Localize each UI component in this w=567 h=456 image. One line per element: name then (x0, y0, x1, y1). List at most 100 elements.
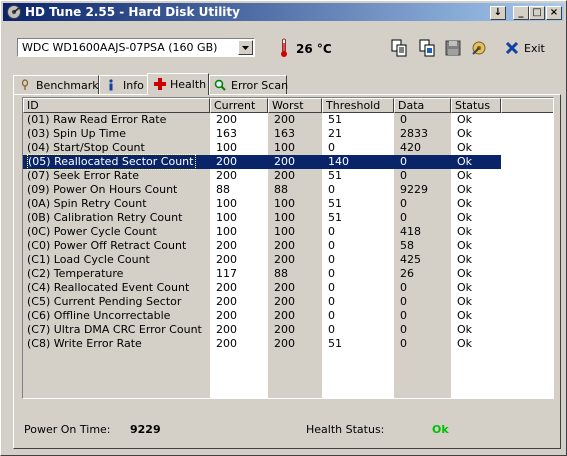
cell-threshold: 0 (328, 309, 335, 322)
tab-info[interactable]: Info (99, 75, 149, 94)
cell-data: 26 (400, 267, 414, 280)
close-button[interactable]: × (546, 6, 562, 20)
table-row[interactable]: (C7) Ultra DMA CRC Error Count 200 200 0 0 Ok (23, 323, 501, 337)
maximize-button[interactable]: □ (529, 6, 545, 20)
cell-worst: 100 (274, 211, 295, 224)
cell-current: 117 (216, 267, 237, 280)
health-panel: ID Current Worst Threshold Data Status (… (13, 94, 561, 449)
cell-current: 88 (216, 183, 230, 196)
table-row[interactable]: (C8) Write Error Rate 200 200 51 0 Ok (23, 337, 501, 351)
drive-select[interactable]: WDC WD1600AAJS-07PSA (160 GB) (17, 38, 255, 57)
header-worst[interactable]: Worst (268, 98, 322, 113)
status-bar: Power On Time: 9229 Health Status: Ok (22, 417, 554, 441)
minimize-to-tray-button[interactable]: ↓ (490, 6, 506, 20)
cell-current: 200 (216, 295, 237, 308)
cell-id: (C8) Write Error Rate (27, 337, 142, 350)
header-status[interactable]: Status (451, 98, 501, 113)
hdtune-app-icon (7, 5, 21, 19)
header-data[interactable]: Data (394, 98, 451, 113)
toolbar: WDC WD1600AAJS-07PSA (160 GB) 26 °C Exit (9, 27, 558, 71)
cell-status: Ok (457, 239, 473, 252)
cell-id: (09) Power On Hours Count (27, 183, 178, 196)
header-id[interactable]: ID (23, 98, 210, 113)
header-filler (501, 98, 553, 113)
minimize-button[interactable]: _ (513, 6, 529, 20)
cell-threshold: 51 (328, 337, 342, 350)
cell-current: 200 (216, 169, 237, 182)
table-row[interactable]: (0B) Calibration Retry Count 100 100 51 0 Ok (23, 211, 501, 225)
health-icon (154, 78, 166, 90)
window-title: HD Tune 2.55 - Hard Disk Utility (25, 5, 240, 19)
save-icon[interactable] (443, 38, 463, 58)
exit-label: Exit (524, 42, 545, 55)
tab-benchmark-label: Benchmark (36, 79, 99, 92)
table-row[interactable]: (C0) Power Off Retract Count 200 200 0 58 Ok (23, 239, 501, 253)
cell-current: 100 (216, 211, 237, 224)
cell-current: 100 (216, 197, 237, 210)
cell-status: Ok (457, 253, 473, 266)
drive-dropdown-button[interactable] (238, 40, 253, 55)
cell-data: 0 (400, 169, 407, 182)
cell-id: (04) Start/Stop Count (27, 141, 145, 154)
thermometer-icon (281, 38, 287, 57)
cell-threshold: 0 (328, 295, 335, 308)
table-row[interactable]: (C6) Offline Uncorrectable 200 200 0 0 Ok (23, 309, 501, 323)
smart-attributes-table[interactable]: ID Current Worst Threshold Data Status (… (22, 97, 554, 399)
header-threshold[interactable]: Threshold (322, 98, 394, 113)
tab-error-scan-label: Error Scan (231, 79, 289, 92)
cell-current: 100 (216, 141, 237, 154)
cell-data: 0 (400, 281, 407, 294)
cell-id: (03) Spin Up Time (27, 127, 127, 140)
cell-id: (C7) Ultra DMA CRC Error Count (27, 323, 202, 336)
cell-id: (C4) Reallocated Event Count (27, 281, 190, 294)
table-row[interactable]: (C5) Current Pending Sector 200 200 0 0 Ok (23, 295, 501, 309)
cell-data: 0 (400, 295, 407, 308)
tab-benchmark[interactable]: Benchmark (13, 75, 99, 94)
cell-data: 2833 (400, 127, 428, 140)
cell-current: 200 (216, 113, 237, 126)
cell-status: Ok (457, 211, 473, 224)
table-row[interactable]: (05) Reallocated Sector Count 200 200 140 0 O… (23, 154, 501, 170)
table-row[interactable]: (01) Raw Read Error Rate 200 200 51 0 Ok (23, 113, 501, 127)
tab-health-label: Health (170, 78, 207, 91)
cell-status: Ok (457, 295, 473, 308)
cell-current: 200 (216, 155, 237, 168)
cell-id: (C5) Current Pending Sector (27, 295, 182, 308)
table-row[interactable]: (C4) Reallocated Event Count 200 200 0 0 Ok (23, 281, 501, 295)
cell-threshold: 0 (328, 323, 335, 336)
tab-error-scan[interactable]: Error Scan (209, 75, 289, 94)
power-on-time-label: Power On Time: (24, 423, 111, 436)
table-row[interactable]: (C2) Temperature 117 88 0 26 Ok (23, 267, 501, 281)
cell-current: 200 (216, 281, 237, 294)
cell-worst: 100 (274, 197, 295, 210)
cell-status: Ok (457, 113, 473, 126)
cell-data: 0 (400, 155, 407, 168)
cell-status: Ok (457, 127, 473, 140)
cell-threshold: 51 (328, 113, 342, 126)
cell-data: 420 (400, 141, 421, 154)
header-current[interactable]: Current (210, 98, 268, 113)
cell-status: Ok (457, 141, 473, 154)
cell-id: (07) Seek Error Rate (27, 169, 139, 182)
table-row[interactable]: (0A) Spin Retry Count 100 100 51 0 Ok (23, 197, 501, 211)
cell-worst: 200 (274, 337, 295, 350)
copy-screenshot-icon[interactable] (417, 38, 437, 58)
table-row[interactable]: (C1) Load Cycle Count 200 200 0 425 Ok (23, 253, 501, 267)
table-row[interactable]: (0C) Power Cycle Count 100 100 0 418 Ok (23, 225, 501, 239)
cell-data: 418 (400, 225, 421, 238)
table-row[interactable]: (07) Seek Error Rate 200 200 51 0 Ok (23, 169, 501, 183)
title-bar[interactable]: HD Tune 2.55 - Hard Disk Utility ↓ _ □ × (3, 3, 564, 21)
cell-id: (C1) Load Cycle Count (27, 253, 150, 266)
exit-button[interactable]: Exit (502, 38, 562, 60)
cell-id: (C6) Offline Uncorrectable (27, 309, 171, 322)
table-row[interactable]: (03) Spin Up Time 163 163 21 2833 Ok (23, 127, 501, 141)
cell-worst: 200 (274, 253, 295, 266)
table-row[interactable]: (04) Start/Stop Count 100 100 0 420 Ok (23, 141, 501, 155)
table-row[interactable]: (09) Power On Hours Count 88 88 0 9229 Ok (23, 183, 501, 197)
cell-current: 200 (216, 337, 237, 350)
tab-health[interactable]: Health (147, 73, 209, 95)
copy-text-icon[interactable] (389, 38, 409, 58)
options-icon[interactable] (469, 38, 489, 58)
cell-current: 200 (216, 309, 237, 322)
cell-threshold: 140 (328, 155, 349, 168)
